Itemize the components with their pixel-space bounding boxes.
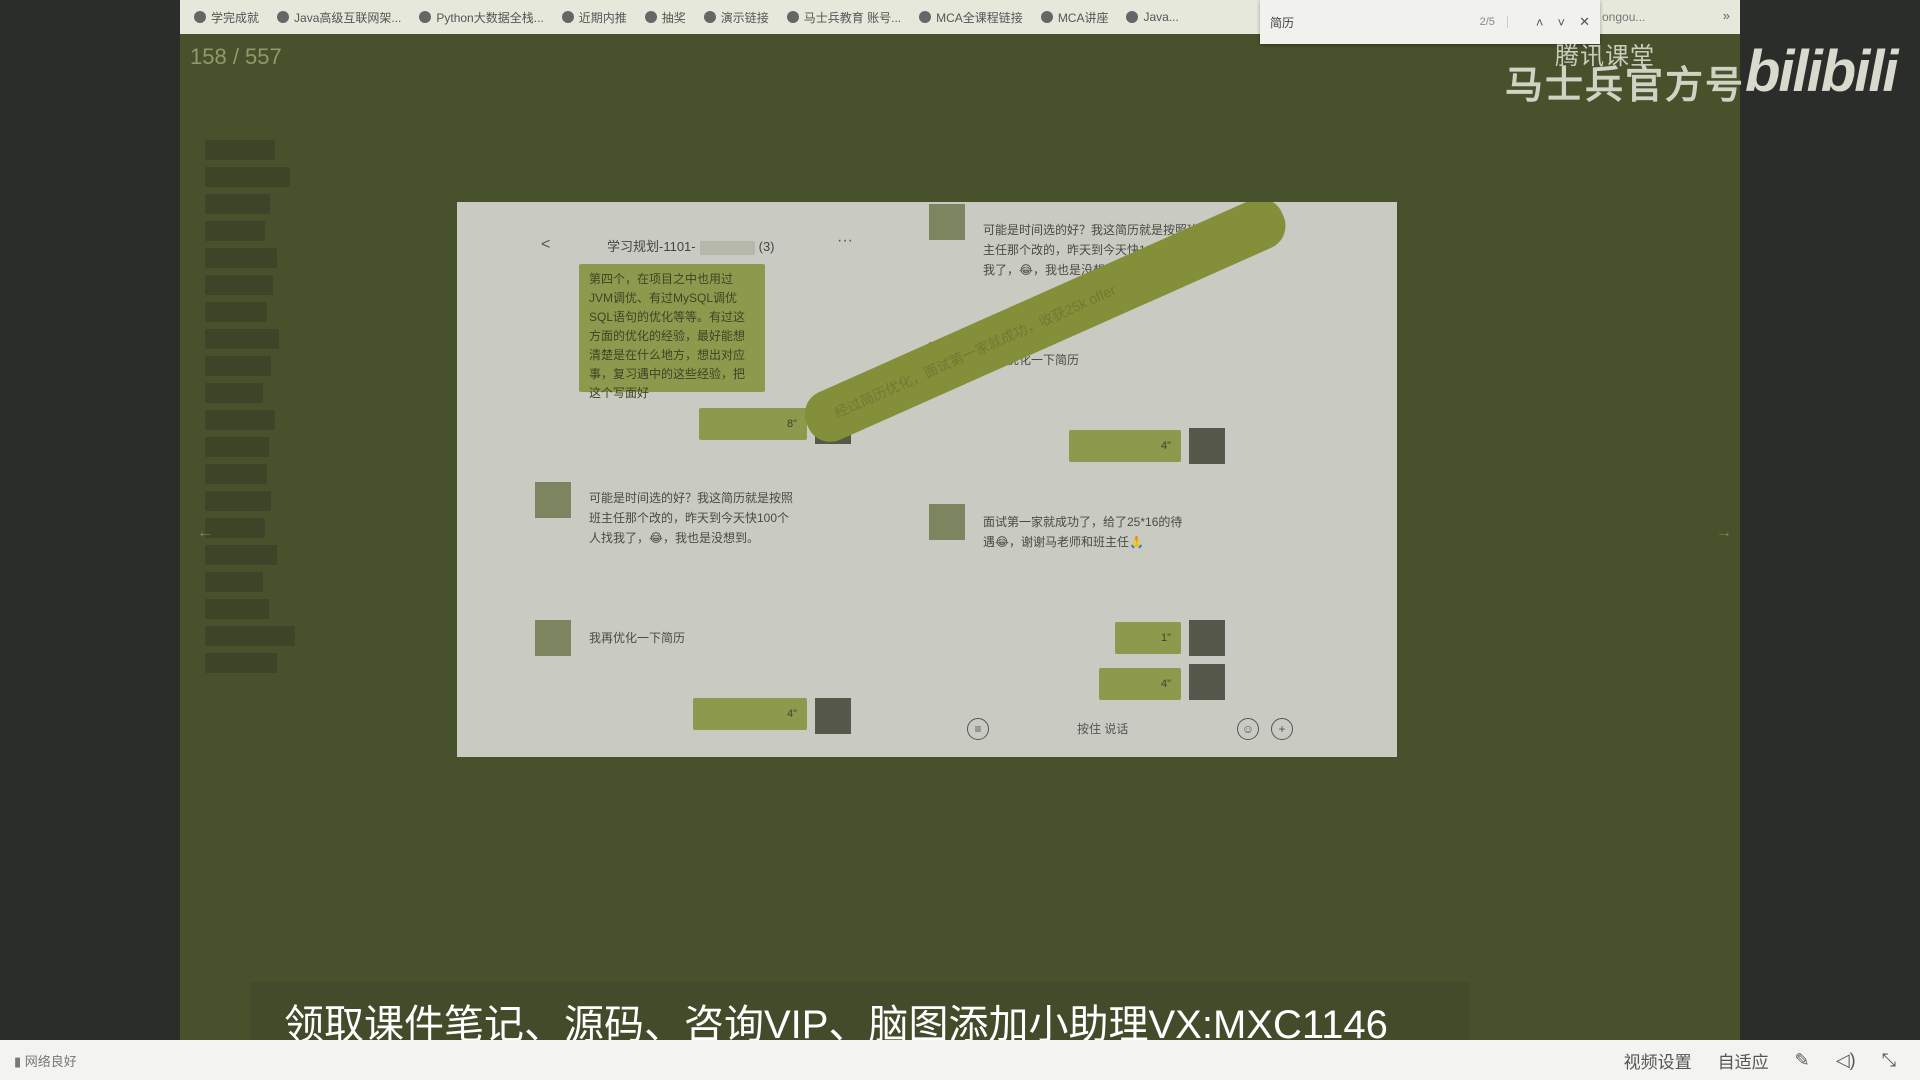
voice-message: 1" <box>1115 622 1181 654</box>
outline-item[interactable] <box>205 653 277 673</box>
chat-left: < 学习规划-1101- (3) ··· 第四个，在项目之中也用过JVM调优、有过… <box>457 202 917 757</box>
bookmark-icon <box>419 11 432 23</box>
outline-item[interactable] <box>205 383 263 403</box>
bookmark-icon <box>703 11 716 23</box>
outline-item[interactable] <box>205 626 295 646</box>
outline-item[interactable] <box>205 491 271 511</box>
outline-item[interactable] <box>205 275 273 295</box>
outline-item[interactable] <box>205 464 267 484</box>
outline-item[interactable] <box>205 518 265 538</box>
prev-arrow-icon[interactable]: ← <box>197 524 213 542</box>
bookmark-icon <box>786 11 799 23</box>
bookmark-icon <box>561 11 574 23</box>
next-arrow-icon[interactable]: → <box>1716 524 1732 542</box>
find-input[interactable]: 简历 <box>1270 14 1480 31</box>
voice-message: 4" <box>1099 668 1181 700</box>
bookmark-item[interactable]: 马士兵教育 账号... <box>786 9 901 26</box>
chat-screenshot: < 学习规划-1101- (3) ··· 第四个，在项目之中也用过JVM调优、有过… <box>457 202 1397 757</box>
outline-item[interactable] <box>205 356 271 376</box>
brand-watermark: 马士兵官方号 <box>1505 65 1746 107</box>
volume-icon[interactable]: ◁) <box>1836 1050 1856 1071</box>
bilibili-logo: bilibili <box>1745 39 1899 104</box>
bookmark-icon <box>194 11 206 23</box>
avatar <box>929 504 965 540</box>
redacted-block <box>699 240 755 255</box>
chat-input-bar: ≡ 按住 说话 ☺ + <box>967 712 1387 746</box>
adaptive-quality-button[interactable]: 自适应 <box>1718 1048 1769 1073</box>
avatar <box>1189 428 1225 464</box>
back-icon: < <box>541 236 551 253</box>
outline-item[interactable] <box>205 410 275 430</box>
video-settings-button[interactable]: 视频设置 <box>1624 1048 1692 1073</box>
bookmark-item[interactable]: 抽奖 <box>644 9 686 26</box>
find-bar: 简历 2/5 ˄ ˅ ✕ <box>1260 0 1600 44</box>
bookmark-item[interactable]: Java高级互联网架... <box>277 9 401 26</box>
avatar <box>815 698 851 734</box>
avatar <box>1189 664 1225 700</box>
bookmarks-more-button[interactable]: » <box>1723 8 1730 23</box>
bookmark-item[interactable]: 演示链接 <box>703 9 769 26</box>
outline-item[interactable] <box>205 167 290 187</box>
avatar <box>1189 620 1225 656</box>
outline-item[interactable] <box>205 572 263 592</box>
bookmark-item[interactable]: MCA讲座 <box>1040 9 1108 26</box>
bookmark-item[interactable]: Java... <box>1126 10 1179 24</box>
signal-icon: ▮ <box>14 1054 25 1069</box>
plus-icon: + <box>1271 718 1293 740</box>
emoji-icon: ☺ <box>1237 718 1259 740</box>
bookmark-item[interactable]: 学完成就 <box>194 9 259 26</box>
chat-message: 面试第一家就成功了，给了25*16的待遇😂，谢谢马老师和班主任🙏 <box>983 515 1183 549</box>
bookmark-item[interactable]: MCA全课程链接 <box>919 9 1023 26</box>
bookmark-icon <box>644 11 657 23</box>
left-letterbox <box>0 0 180 1040</box>
avatar <box>535 482 571 518</box>
bookmark-icon <box>1040 11 1053 23</box>
avatar <box>929 204 965 240</box>
find-close-button[interactable]: ✕ <box>1579 14 1590 30</box>
bookmark-icon <box>277 11 290 23</box>
avatar <box>535 620 571 656</box>
chat-message: 可能是时间选的好？我这简历就是按照班主任那个改的，昨天到今天快100个人找我了，… <box>589 491 794 545</box>
outline-item[interactable] <box>205 545 277 565</box>
outline-item[interactable] <box>205 599 269 619</box>
outline-item[interactable] <box>205 302 267 322</box>
network-status: ▮ 网络良好 <box>14 1054 77 1069</box>
voice-message: 4" <box>1069 430 1181 462</box>
bookmark-overflow-text: ongou... <box>1602 10 1646 24</box>
chat-title: 学习规划-1101- <box>607 239 696 254</box>
outline-item[interactable] <box>205 140 275 160</box>
chat-message: 第四个，在项目之中也用过JVM调优、有过MySQL调优SQL语句的优化等等。有过… <box>579 264 765 400</box>
right-letterbox <box>1740 0 1920 1040</box>
voice-message: 4" <box>693 698 807 730</box>
outline-item[interactable] <box>205 437 269 457</box>
outline-item[interactable] <box>205 221 265 241</box>
bookmark-icon <box>919 11 932 23</box>
bookmark-item[interactable]: Python大数据全栈... <box>419 9 544 26</box>
outline-item[interactable] <box>205 248 277 268</box>
more-icon: ··· <box>837 232 853 249</box>
outline-pane <box>205 140 295 680</box>
page-counter: 158 / 557 <box>190 44 282 69</box>
player-controls: ▮ 网络良好 视频设置 自适应 ✎ ◁) ⤡ <box>0 1040 1920 1080</box>
bookmark-item[interactable]: 近期内推 <box>561 9 627 26</box>
hold-to-talk: 按住 说话 <box>1077 722 1129 736</box>
chat-message: 我再优化一下简历 <box>589 631 686 645</box>
find-previous-button[interactable]: ˄ <box>1536 15 1544 30</box>
mic-off-icon[interactable]: ✎ <box>1795 1050 1810 1071</box>
member-count: (3) <box>758 239 775 254</box>
find-next-button[interactable]: ˅ <box>1558 15 1566 30</box>
fullscreen-exit-icon[interactable]: ⤡ <box>1882 1050 1896 1071</box>
outline-item[interactable] <box>205 329 279 349</box>
voice-message: 8" <box>699 408 807 440</box>
voice-toggle-icon: ≡ <box>967 718 989 740</box>
outline-item[interactable] <box>205 194 270 214</box>
find-match-count: 2/5 <box>1480 16 1508 28</box>
bookmark-icon <box>1126 11 1139 23</box>
